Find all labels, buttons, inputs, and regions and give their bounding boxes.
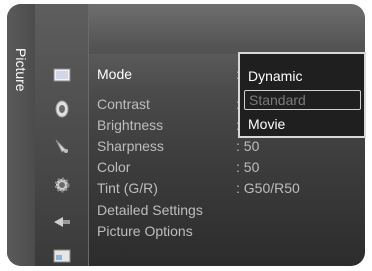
mode-dropdown[interactable]: Dynamic Standard Movie [238, 52, 366, 138]
menu-value-tint: : G50/R50 [236, 180, 300, 196]
menu-item-brightness[interactable]: Brightness [97, 117, 163, 133]
menu-item-contrast[interactable]: Contrast [97, 96, 150, 112]
category-tab: Picture [7, 4, 35, 266]
channel-icon[interactable] [47, 134, 77, 158]
menu-item-sharpness[interactable]: Sharpness [97, 138, 164, 154]
application-icon[interactable] [47, 244, 77, 266]
menu-item-color[interactable]: Color [97, 159, 130, 175]
option-dynamic[interactable]: Dynamic [244, 66, 361, 86]
menu-item-mode[interactable]: Mode [97, 66, 132, 82]
setup-icon[interactable] [47, 173, 77, 197]
option-standard: Standard [244, 90, 361, 110]
picture-icon[interactable] [47, 63, 77, 87]
option-movie[interactable]: Movie [244, 114, 361, 134]
menu-value-color: : 50 [236, 159, 260, 175]
sound-icon[interactable] [47, 97, 77, 121]
menu-item-tint[interactable]: Tint (G/R) [97, 180, 158, 196]
menu-item-picture-options[interactable]: Picture Options [97, 223, 193, 239]
menu-item-detailed-settings[interactable]: Detailed Settings [97, 202, 203, 218]
category-label: Picture [13, 48, 29, 92]
menu-icon-column [35, 4, 89, 266]
input-icon[interactable] [47, 210, 77, 234]
menu-value-sharpness: : 50 [236, 138, 260, 154]
